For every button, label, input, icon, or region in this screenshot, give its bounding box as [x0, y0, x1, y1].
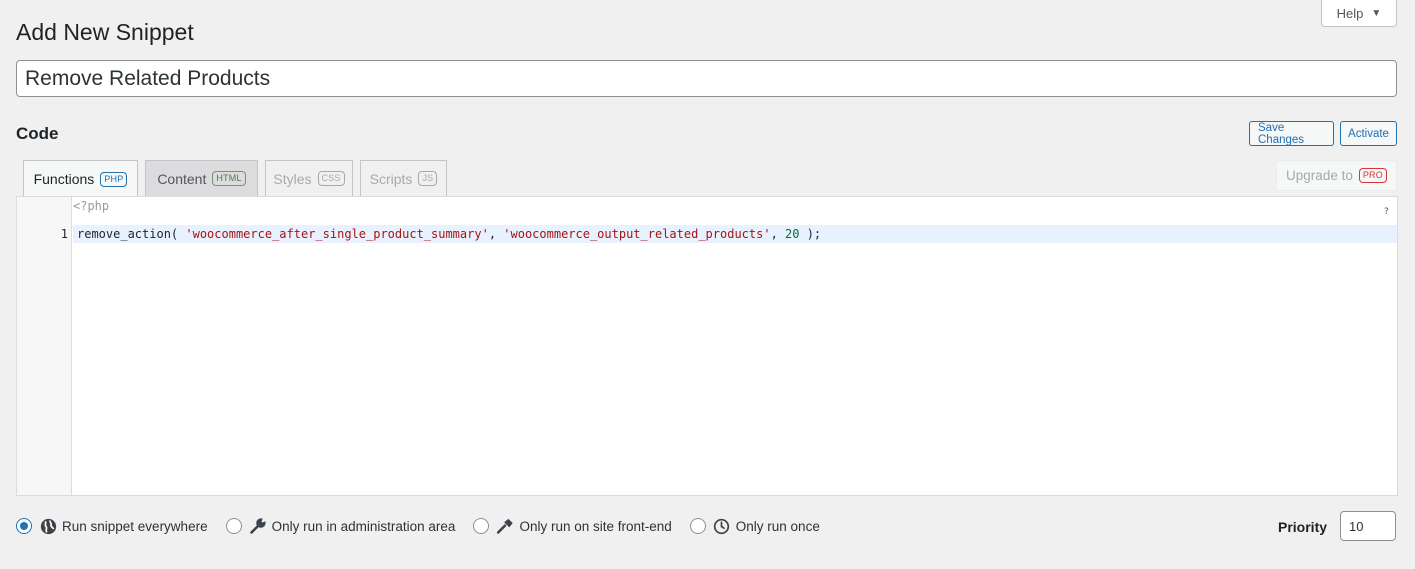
code-separator: , — [488, 227, 504, 241]
scope-admin-option[interactable]: Only run in administration area — [225, 517, 456, 535]
tab-functions[interactable]: Functions PHP — [23, 160, 138, 197]
line-number-gutter — [17, 197, 72, 495]
code-end: ); — [799, 227, 822, 241]
scope-global-radio[interactable] — [16, 518, 32, 534]
tab-functions-label: Functions — [33, 171, 95, 187]
scope-once-label: Only run once — [735, 518, 820, 534]
php-badge: PHP — [100, 171, 128, 187]
help-label: Help — [1336, 5, 1364, 21]
scope-global-option[interactable]: Run snippet everywhere — [16, 517, 208, 535]
js-badge: JS — [418, 171, 438, 186]
line-number: 1 — [60, 227, 68, 241]
activate-button[interactable]: Activate — [1340, 121, 1397, 146]
code-separator: , — [770, 227, 786, 241]
globe-icon — [39, 517, 57, 535]
help-button[interactable]: Help ▼ — [1321, 0, 1397, 27]
priority-label: Priority — [1278, 519, 1328, 535]
editor-help-marker[interactable]: ? — [1384, 207, 1389, 217]
upgrade-label: Upgrade to — [1286, 168, 1353, 183]
code-line[interactable]: remove_action( 'woocommerce_after_single… — [77, 227, 821, 241]
caret-down-icon: ▼ — [1371, 7, 1382, 19]
code-editor[interactable]: <?php ? 1 remove_action( 'woocommerce_af… — [16, 196, 1398, 496]
snippet-title-input[interactable] — [16, 60, 1397, 97]
tab-scripts[interactable]: Scripts JS — [360, 160, 447, 196]
tab-styles[interactable]: Styles CSS — [265, 160, 353, 196]
upgrade-to-pro-button[interactable]: Upgrade to PRO — [1276, 160, 1397, 191]
scope-once-option[interactable]: Only run once — [689, 517, 820, 535]
css-badge: CSS — [317, 171, 345, 186]
code-function: remove_action( — [77, 227, 186, 241]
wrench-icon — [249, 517, 267, 535]
clock-icon — [713, 517, 731, 535]
scope-frontend-label: Only run on site front-end — [519, 518, 672, 534]
save-changes-button[interactable]: Save Changes — [1249, 121, 1334, 146]
tab-content[interactable]: Content HTML — [145, 160, 258, 196]
tab-scripts-label: Scripts — [369, 170, 413, 187]
page-title: Add New Snippet — [16, 19, 194, 45]
code-string-hook: 'woocommerce_after_single_product_summar… — [185, 227, 489, 241]
code-heading: Code — [16, 124, 59, 143]
scope-frontend-radio[interactable] — [473, 518, 490, 534]
scope-admin-radio[interactable] — [225, 518, 242, 534]
php-open-tag: <?php — [73, 199, 110, 213]
priority-input[interactable] — [1340, 511, 1396, 541]
tab-content-label: Content — [157, 170, 207, 187]
scope-global-label: Run snippet everywhere — [62, 518, 208, 534]
scope-once-radio[interactable] — [689, 518, 706, 534]
code-number-priority: 20 — [785, 227, 800, 241]
code-string-callback: 'woocommerce_output_related_products' — [503, 227, 771, 241]
html-badge: HTML — [212, 171, 246, 186]
scope-options: Run snippet everywhere Only run in admin… — [16, 515, 838, 537]
tab-styles-label: Styles — [273, 170, 312, 187]
hammer-icon — [496, 517, 514, 535]
pro-badge: PRO — [1358, 168, 1387, 183]
scope-frontend-option[interactable]: Only run on site front-end — [473, 517, 672, 535]
scope-admin-label: Only run in administration area — [271, 518, 456, 534]
